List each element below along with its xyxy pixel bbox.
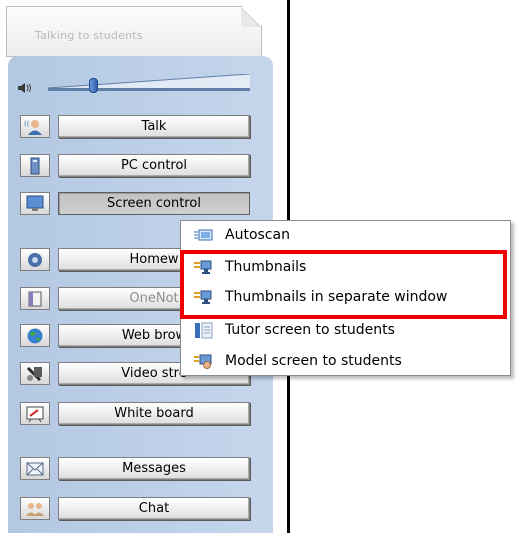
globe-icon[interactable]	[20, 324, 50, 347]
menu-item-thumbnails[interactable]: Thumbnails	[181, 253, 512, 283]
screen-control-menu: Autoscan Thumbnails Thumbnails in separa…	[180, 220, 511, 376]
model-screen-icon	[194, 354, 212, 369]
onenote-icon[interactable]	[20, 287, 50, 310]
talk-person-icon[interactable]: ((	[20, 115, 50, 138]
menu-item-thumbnails-separate-window[interactable]: Thumbnails in separate window	[181, 283, 512, 313]
chat-button[interactable]: Chat	[58, 497, 250, 520]
messages-button[interactable]: Messages	[58, 457, 250, 480]
menu-item-label: Thumbnails in separate window	[225, 289, 448, 305]
menu-item-model-screen[interactable]: Model screen to students	[181, 347, 512, 377]
messages-row: Messages	[20, 457, 250, 480]
menu-item-label: Autoscan	[225, 227, 290, 243]
monitor-icon[interactable]	[20, 192, 50, 215]
speaker-icon	[18, 83, 31, 93]
title-card: Talking to students	[6, 6, 262, 57]
chat-people-icon[interactable]	[20, 497, 50, 520]
menu-item-label: Thumbnails	[225, 259, 307, 275]
svg-text:((: ((	[24, 120, 30, 128]
pc-control-button[interactable]: PC control	[58, 154, 250, 177]
menu-item-tutor-screen[interactable]: Tutor screen to students	[181, 316, 512, 346]
menu-item-label: Tutor screen to students	[225, 322, 395, 338]
autoscan-icon	[194, 229, 213, 241]
homework-icon[interactable]	[20, 248, 50, 271]
talk-row: (( Talk	[20, 115, 250, 138]
screen-control-button[interactable]: Screen control	[58, 192, 250, 215]
pc-control-row: PC control	[20, 154, 250, 177]
thumbnails-window-icon	[194, 290, 212, 304]
video-icon[interactable]	[20, 362, 50, 385]
screen-control-row: Screen control	[20, 192, 250, 215]
whiteboard-icon[interactable]	[20, 402, 50, 425]
thumbnails-icon	[194, 260, 212, 274]
white-board-button[interactable]: White board	[58, 402, 250, 425]
tutor-screen-icon	[195, 322, 213, 339]
pc-tower-icon[interactable]	[20, 154, 50, 177]
menu-item-label: Model screen to students	[225, 353, 402, 369]
white-board-row: White board	[20, 402, 250, 425]
envelope-icon[interactable]	[20, 457, 50, 480]
volume-slider-thumb[interactable]	[89, 78, 98, 93]
menu-item-autoscan[interactable]: Autoscan	[181, 221, 512, 251]
volume-scale	[48, 74, 250, 88]
talk-button[interactable]: Talk	[58, 115, 250, 138]
volume-slider-track[interactable]	[48, 88, 250, 91]
chat-row: Chat	[20, 497, 250, 520]
page-title: Talking to students	[35, 29, 143, 42]
